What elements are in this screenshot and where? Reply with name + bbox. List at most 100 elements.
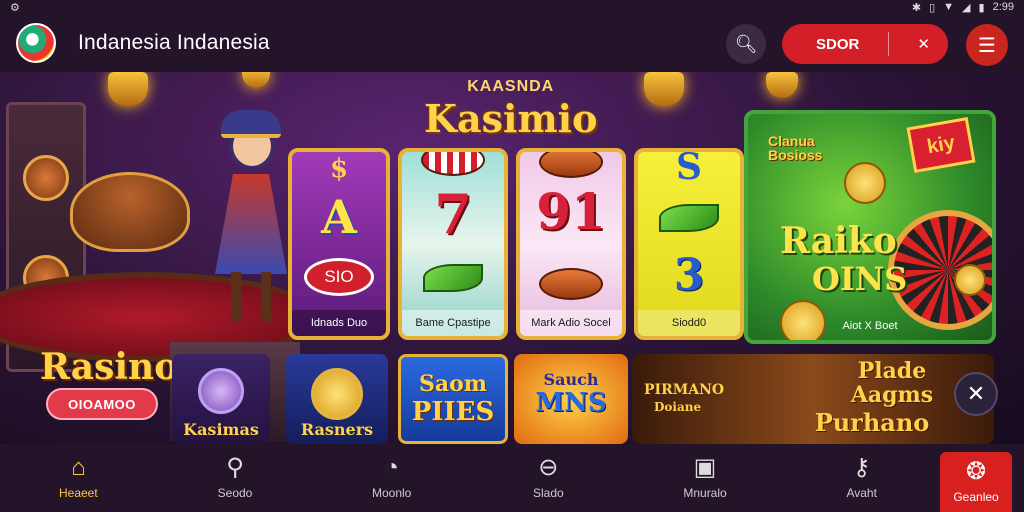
game-tile-kasimas[interactable]: Kasimas	[172, 354, 270, 444]
slot-reel-1[interactable]: $ A SIO Idnads Duo	[288, 148, 390, 340]
nav-item-history[interactable]: ◔ Moonlo	[313, 444, 470, 512]
slots-icon: ⊖	[538, 454, 559, 481]
game-tile-purhano[interactable]: PIRMANO Doiane Plade Aagms Purhano	[632, 354, 994, 444]
search-icon: ⚲	[226, 454, 244, 481]
game-tile-mns[interactable]: Sauch MNS	[514, 354, 628, 444]
banner-subtitle: KAASNDA	[467, 78, 555, 95]
promo-badge-line2: Bosioss	[768, 147, 823, 163]
nav-label: Seodo	[217, 486, 253, 500]
promo-badge: Clanua Bosioss	[768, 134, 822, 162]
status-bar: ⚙ ✱ ▯ ▼ ◢ ▮ 2:99	[0, 0, 1024, 14]
battery-icon: ▮	[978, 1, 985, 14]
promo-title-line2: OINS	[812, 260, 908, 298]
tile-label: Rasners	[300, 420, 374, 439]
slot-reel-4[interactable]: S 3 Siodd0	[634, 148, 744, 340]
medal-decoration	[23, 155, 69, 201]
nav-label: Avaht	[846, 486, 877, 500]
nav-item-gift[interactable]: ❂ Geanleo	[940, 452, 1013, 512]
nav-label: Geanleo	[953, 490, 999, 504]
search-button[interactable]: 🔍︎	[726, 24, 766, 64]
reel-symbol-mid: 91	[536, 182, 606, 241]
tile-label-line2: MNS	[535, 388, 607, 418]
banner-title: Kasimio	[424, 96, 598, 141]
lamp-decoration	[108, 72, 148, 106]
lamp-decoration	[242, 72, 270, 88]
reel-candy	[421, 152, 485, 176]
reel-leaf	[659, 204, 719, 232]
promo-card[interactable]: Clanua Bosioss kiy Raiko OINS Aiot X Boe…	[744, 110, 996, 344]
shuffle-icon: ✕	[917, 36, 930, 53]
reel-symbol-mid: 7	[434, 182, 472, 246]
tile-label-line4: Aagms	[850, 382, 934, 408]
reel-caption: Mark Adio Socel	[520, 310, 622, 336]
reel-leaf	[423, 264, 483, 292]
tile-icon	[311, 368, 363, 420]
tile-label: Kasimas	[183, 420, 259, 439]
character-hat	[221, 110, 281, 138]
casino-banner: KAASNDA Kasimio	[424, 78, 597, 141]
menu-button[interactable]: ☰	[966, 24, 1008, 66]
nav-label: Slado	[533, 486, 564, 500]
app-title: Indanesia Indanesia	[78, 31, 270, 54]
lamp-decoration	[644, 72, 684, 106]
lamp-decoration	[766, 72, 798, 98]
tile-label-line1: PIRMANO	[644, 382, 725, 398]
game-tile-rasners[interactable]: Rasners	[286, 354, 388, 444]
gift-icon: ❂	[965, 458, 987, 485]
reel-symbol-top: $	[329, 154, 349, 184]
tile-label-line2: PIIES	[411, 397, 495, 427]
gallery-icon: ▣	[693, 454, 717, 481]
character-illustration	[205, 110, 295, 322]
reel-caption: Bame Cpastipe	[402, 310, 504, 336]
roulette-bowl	[70, 172, 190, 252]
coin-decoration	[844, 162, 886, 204]
signal-icon: ◢	[962, 1, 971, 14]
tile-label-line2: Doiane	[654, 400, 702, 414]
sdor-button[interactable]: SDOR ✕	[782, 24, 948, 64]
nav-item-slots[interactable]: ⊖ Slado	[470, 444, 627, 512]
nav-item-search[interactable]: ⚲ Seodo	[157, 444, 314, 512]
promo-ribbon: kiy	[906, 116, 976, 174]
history-icon: ◔	[384, 454, 399, 481]
reel-caption: Idnads Duo	[292, 310, 386, 336]
reel-symbol-top: S	[676, 148, 702, 188]
tile-label-line1: Saom	[418, 371, 488, 397]
close-icon: ✕	[966, 381, 986, 406]
close-button[interactable]: ✕	[954, 372, 998, 416]
casino-lobby: KAASNDA Kasimio $ A SIO Idnads Duo 7 Bam…	[0, 72, 1024, 444]
vibrate-icon: ▯	[929, 1, 936, 14]
app-logo[interactable]	[16, 23, 56, 63]
nav-item-home[interactable]: ⌂ Heaeet	[0, 444, 157, 512]
wifi-icon: ▼	[943, 1, 955, 13]
reel-caption: Siodd0	[638, 310, 740, 336]
nav-label: Mnuralo	[683, 486, 727, 500]
menu-icon: ☰	[978, 34, 996, 57]
tile-label-line3: Plade	[857, 358, 927, 384]
coin-decoration	[954, 264, 986, 296]
game-tile-pies[interactable]: Saom PIIES	[398, 354, 508, 444]
promo-badge-line1: Clanua	[768, 133, 815, 149]
slot-reel-3[interactable]: 91 Mark Adio Socel	[516, 148, 626, 340]
nav-item-gallery[interactable]: ▣ Mnuralo	[627, 444, 784, 512]
promo-title-line1: Raiko	[780, 220, 897, 262]
nav-label: Moonlo	[372, 486, 412, 500]
reel-symbol-mid: A	[321, 190, 357, 244]
slot-reel-2[interactable]: 7 Bame Cpastipe	[398, 148, 508, 340]
nav-item-mic[interactable]: ⚷ Avaht	[783, 444, 940, 512]
mic-icon: ⚷	[852, 454, 871, 481]
search-icon: 🔍︎	[734, 33, 758, 54]
status-time: 2:99	[992, 1, 1014, 13]
reel-bean	[539, 268, 603, 300]
reel-bean	[539, 152, 603, 178]
pill-divider	[887, 32, 889, 56]
nav-label: Heaeet	[58, 486, 98, 500]
app-header: Indanesia Indanesia 🔍︎ SDOR ✕ ☰	[0, 14, 1024, 72]
sdor-label: SDOR	[816, 35, 860, 53]
character-legs	[231, 272, 271, 322]
hero-title: Rasino	[40, 346, 179, 388]
reel-symbol-bottom: 3	[673, 250, 705, 301]
promo-caption: Aiot X Boet	[842, 320, 898, 332]
bluetooth-icon: ✱	[911, 1, 922, 14]
settings-icon: ⚙	[10, 1, 20, 14]
hero-button[interactable]: OIOAMOO	[46, 388, 158, 420]
